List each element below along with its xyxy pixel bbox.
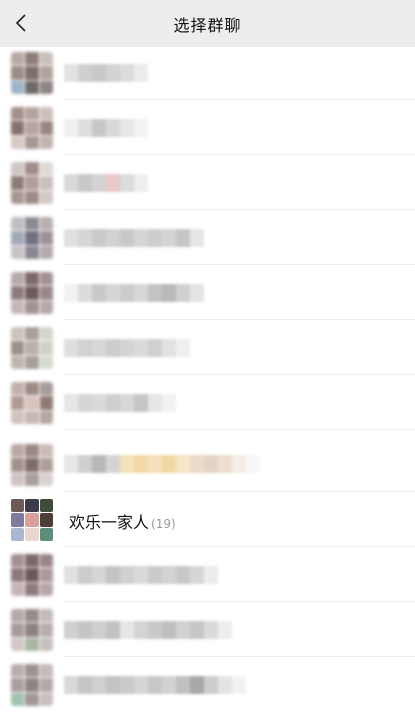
group-avatar: [11, 52, 53, 94]
group-avatar: [11, 664, 53, 706]
blurred-group-name: [64, 621, 232, 639]
group-avatar: [11, 327, 53, 369]
group-avatar: [11, 609, 53, 651]
blurred-group-name: [64, 339, 190, 357]
group-row[interactable]: [0, 265, 415, 320]
group-row[interactable]: [0, 375, 415, 430]
page-title: 选择群聊: [173, 15, 242, 35]
group-avatar: [11, 444, 53, 486]
blurred-group-name: [64, 284, 204, 302]
group-avatar: [11, 554, 53, 596]
group-name: 欢乐一家人 (19): [69, 509, 176, 533]
group-avatar: [11, 107, 53, 149]
group-avatar: [11, 272, 53, 314]
group-avatar: [11, 162, 53, 204]
group-name-text: 欢乐一家人: [69, 513, 150, 532]
blurred-group-name: [64, 566, 218, 584]
group-avatar: [11, 382, 53, 424]
group-row[interactable]: [0, 100, 415, 155]
blurred-group-name: [64, 229, 204, 247]
group-row[interactable]: [0, 320, 415, 375]
group-row[interactable]: [0, 602, 415, 657]
group-row[interactable]: [0, 210, 415, 265]
chevron-left-icon: [15, 14, 26, 32]
group-row[interactable]: [0, 547, 415, 602]
blurred-group-name: [64, 174, 148, 192]
group-avatar: [11, 217, 53, 259]
group-row[interactable]: [0, 430, 415, 492]
group-chat-list[interactable]: 欢乐一家人 (19): [0, 47, 415, 715]
group-row[interactable]: [0, 47, 415, 100]
back-button[interactable]: [6, 8, 36, 38]
blurred-group-name: [64, 676, 246, 694]
blurred-group-name: [64, 64, 148, 82]
group-avatar: [11, 499, 53, 541]
group-row-highlighted[interactable]: 欢乐一家人 (19): [0, 492, 415, 547]
blurred-group-name: [64, 119, 148, 137]
blurred-group-name: [64, 394, 176, 412]
nav-bar: 选择群聊: [0, 0, 415, 47]
group-row[interactable]: [0, 155, 415, 210]
member-count: (19): [151, 517, 176, 531]
blurred-group-name: [64, 455, 260, 473]
group-row[interactable]: [0, 657, 415, 712]
